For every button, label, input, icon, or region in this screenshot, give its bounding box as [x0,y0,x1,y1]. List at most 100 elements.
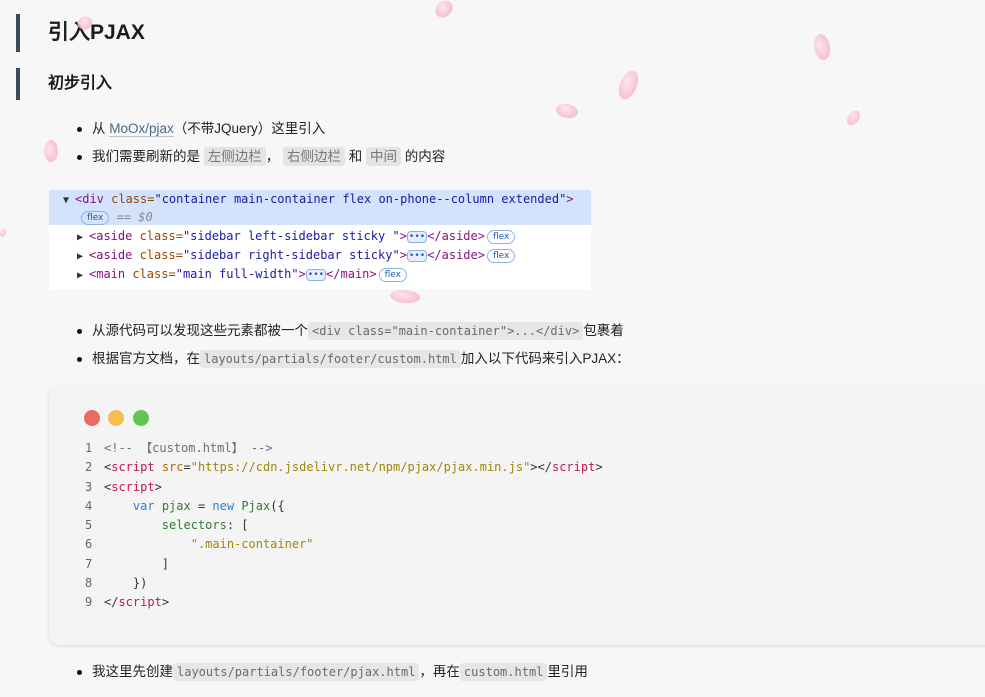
petal-decoration [433,0,455,21]
code-punct: ({ [270,498,285,513]
petal-decoration [554,100,580,122]
collapsed-triangle-icon[interactable]: ▶ [77,228,89,247]
bullet-list-top: 从 MoOx/pjax（不带JQuery）这里引入 我们需要刷新的是 左侧边栏，… [76,118,445,174]
code-tag: script [118,595,162,610]
code-punct: > [154,479,162,494]
code-line: 1 <!-- 【custom.html】 --> [85,439,603,458]
code-punct: </ [104,595,119,610]
inline-code: layouts/partials/footer/pjax.html [173,663,420,681]
list-item-text: （不带JQuery）这里引入 [173,121,326,136]
code-punct: : [ [226,518,249,533]
petal-decoration [616,68,641,102]
list-item-text: 包裹着 [583,323,624,338]
dom-attr: class= [111,192,155,206]
petal-decoration [845,108,862,128]
dom-tag: > [298,267,306,281]
code-tag: script [111,479,155,494]
code-attr: src [154,460,184,475]
dom-attr-value: "main full-width" [175,267,299,281]
line-number: 6 [85,537,93,552]
collapsed-triangle-icon[interactable]: ▶ [77,247,89,266]
petal-decoration [810,32,834,62]
list-item: 我这里先创建 layouts/partials/footer/pjax.html，… [76,661,588,689]
line-number: 7 [85,556,93,571]
line-number: 9 [85,595,93,610]
code-punct: > [161,595,170,610]
petal-decoration [42,138,60,164]
dom-attr-value: "container main-container flex on-phone-… [154,192,567,206]
line-number: 2 [85,460,93,475]
flex-badge[interactable]: flex [486,229,516,244]
code-punct: ></ [530,460,552,475]
flex-badge[interactable]: flex [486,248,516,263]
flex-badge[interactable]: flex [378,267,407,282]
line-number: 4 [85,498,93,513]
list-item-text: 我这里先创建 [92,664,173,679]
list-item: 我们需要刷新的是 左侧边栏， 右侧边栏 和 中间 的内容 [76,146,445,174]
collapsed-triangle-icon[interactable]: ▶ [77,266,89,285]
dom-node-main[interactable]: ▶ <main class="main full-width"> ••• </main… [49,265,591,284]
code-line: 3 <script> [85,478,603,497]
petal-decoration [389,287,421,306]
code-punct: > [595,460,603,475]
list-item-text: ， [265,149,280,164]
bullet-list-middle: 从源代码可以发现这些元素都被一个 <div class="main-contain… [76,320,630,376]
code-punct: = [183,460,191,475]
code-string: ".main-container" [190,537,314,552]
dom-node-container-badges: flex == $0 [49,209,591,225]
left-sidebar-chip: 左侧边栏 [203,147,266,166]
ellipsis-icon[interactable]: ••• [305,268,327,281]
line-number: 3 [85,479,93,494]
minimize-dot-icon [108,410,124,426]
code-variable: pjax [154,498,191,513]
list-item: 从 MoOx/pjax（不带JQuery）这里引入 [76,118,445,146]
maximize-dot-icon [133,410,149,426]
code-lines: 1 <!-- 【custom.html】 --> 2 <script src="ht… [85,439,603,613]
inline-code: layouts/partials/footer/custom.html [200,350,461,368]
dom-node-left-sidebar[interactable]: ▶ <aside class="sidebar left-sidebar stic… [49,227,591,246]
dom-tag: <aside [89,229,140,243]
expanded-triangle-icon: ▼ [63,195,70,206]
dom-attr-value: "sidebar left-sidebar sticky " [182,229,400,243]
ellipsis-icon[interactable]: ••• [406,249,428,262]
code-line: 9 </script> [85,593,603,612]
code-line: 8 }) [85,574,603,593]
bullet-list-bottom: 我这里先创建 layouts/partials/footer/pjax.html，… [76,661,588,689]
list-item: 根据官方文档，在 layouts/partials/footer/custom.h… [76,348,630,376]
dom-node-right-sidebar[interactable]: ▶ <aside class="sidebar right-sidebar sti… [49,246,591,265]
dom-tag: </aside> [427,229,485,243]
dom-attr: class= [139,229,183,243]
list-item-text: 加入以下代码来引入PJAX： [460,351,630,366]
code-line: 2 <script src="https://cdn.jsdelivr.net/n… [85,458,603,477]
code-tag: script [551,460,596,475]
code-punct: = [190,498,213,513]
dom-attr-value: "sidebar right-sidebar sticky" [182,248,400,262]
dom-tag: </aside> [427,248,485,262]
code-string: "https://cdn.jsdelivr.net/npm/pjax/pjax.… [190,460,531,475]
moox-pjax-link[interactable]: MoOx/pjax [109,121,174,137]
dom-tag: </main> [326,267,377,281]
list-item-text: 的内容 [401,149,446,164]
dom-tag: > [399,229,407,243]
petal-decoration [0,228,7,238]
list-item: 从源代码可以发现这些元素都被一个 <div class="main-contain… [76,320,630,348]
dom-tag: <main [89,267,133,281]
middle-chip: 中间 [366,147,402,166]
flex-badge[interactable]: flex [81,210,110,225]
code-keyword: var [132,498,155,513]
code-line: 5 selectors: [ [85,516,603,535]
right-sidebar-chip: 右侧边栏 [283,147,346,166]
list-item-text: ，再在 [419,664,460,679]
code-function: Pjax [234,498,271,513]
code-punct: }) [132,576,148,591]
dom-tag: > [566,192,574,206]
section-heading: 初步引入 [16,68,112,100]
code-tag: script [111,460,155,475]
ellipsis-icon[interactable]: ••• [406,230,428,243]
line-number: 1 [85,441,93,455]
close-dot-icon [84,410,100,426]
line-number: 5 [85,518,93,533]
